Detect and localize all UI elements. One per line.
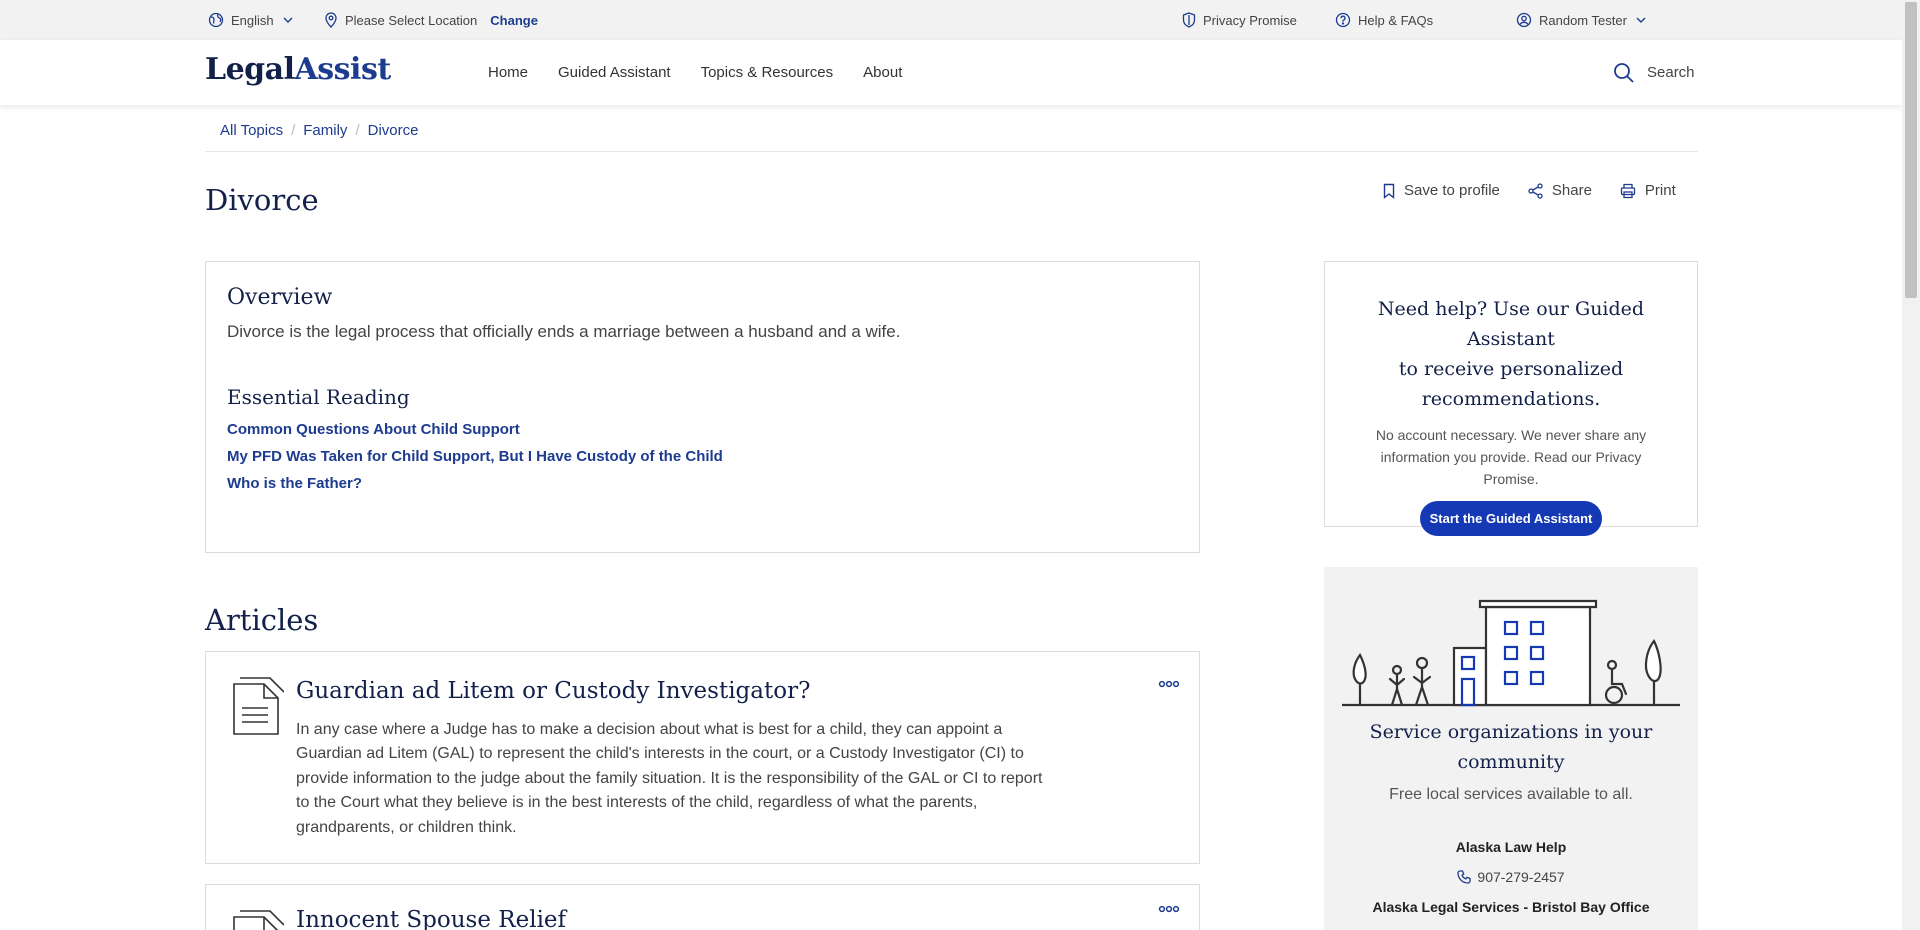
globe-icon bbox=[208, 12, 224, 28]
user-circle-icon bbox=[1516, 12, 1532, 28]
share-label: Share bbox=[1551, 182, 1592, 199]
page-title: Divorce bbox=[205, 183, 319, 217]
help-faqs-link[interactable]: Help & FAQs bbox=[1335, 0, 1433, 40]
phone-icon bbox=[1457, 870, 1472, 884]
essential-reading-list: Common Questions About Child Support My … bbox=[227, 421, 1178, 492]
utility-bar: English Please Select Location Change Pr… bbox=[0, 0, 1902, 40]
more-options-icon[interactable] bbox=[1158, 680, 1180, 688]
help-title-line: to receive personalized bbox=[1398, 358, 1624, 380]
page-actions: Save to profile Share Print bbox=[1383, 182, 1676, 199]
organization-phone[interactable]: 907-279-2457 bbox=[1324, 869, 1698, 885]
start-guided-assistant-button[interactable]: Start the Guided Assistant bbox=[1419, 501, 1603, 536]
essential-reading-title: Essential Reading bbox=[227, 385, 410, 409]
user-name: Random Tester bbox=[1539, 12, 1627, 28]
service-card-subtitle: Free local services available to all. bbox=[1389, 786, 1633, 803]
help-card-title: Need help? Use our Guided Assistant to r… bbox=[1345, 294, 1677, 414]
article-summary-line: to the Court what they believe is in the… bbox=[296, 794, 978, 812]
nav-topics-resources[interactable]: Topics & Resources bbox=[701, 64, 834, 81]
overview-text: Divorce is the legal process that offici… bbox=[227, 322, 901, 341]
help-title-line: Need help? Use our Guided Assistant bbox=[1377, 298, 1645, 350]
save-label: Save to profile bbox=[1404, 182, 1500, 199]
community-building-illustration bbox=[1342, 585, 1680, 707]
language-label: English bbox=[231, 12, 274, 28]
main-nav: Home Guided Assistant Topics & Resources… bbox=[488, 40, 902, 105]
privacy-promise-link[interactable]: Privacy Promise bbox=[1182, 0, 1297, 40]
map-pin-icon bbox=[324, 12, 338, 28]
help-text-line: No account necessary. We never share any bbox=[1375, 427, 1647, 443]
overview-card: Overview Divorce is the legal process th… bbox=[205, 261, 1200, 553]
article-title[interactable]: Innocent Spouse Relief bbox=[296, 907, 566, 930]
overview-title: Overview bbox=[227, 285, 333, 310]
nav-home[interactable]: Home bbox=[488, 64, 528, 81]
phone-number: 907-279-2457 bbox=[1477, 869, 1565, 885]
article-summary-line: Guardian ad Litem (GAL) to represent the… bbox=[296, 745, 1024, 763]
service-organizations-card: Service organizations in your community … bbox=[1324, 567, 1698, 930]
article-summary-line: grandparents, or children think. bbox=[296, 818, 517, 836]
service-card-title: Service organizations in your community bbox=[1344, 717, 1678, 777]
privacy-label: Privacy Promise bbox=[1203, 12, 1297, 28]
organization-name[interactable]: Alaska Legal Services - Bristol Bay Offi… bbox=[1324, 899, 1698, 915]
user-menu[interactable]: Random Tester bbox=[1516, 0, 1646, 40]
save-to-profile-button[interactable]: Save to profile bbox=[1383, 182, 1500, 199]
article-card: Innocent Spouse Relief bbox=[205, 884, 1200, 930]
chevron-down-icon bbox=[283, 17, 293, 24]
share-button[interactable]: Share bbox=[1528, 182, 1592, 199]
more-options-icon[interactable] bbox=[1158, 905, 1180, 913]
site-logo[interactable]: LegalAssist bbox=[205, 52, 391, 87]
breadcrumb-family[interactable]: Family bbox=[303, 122, 347, 139]
articles-title: Articles bbox=[205, 603, 319, 637]
printer-icon bbox=[1620, 183, 1636, 199]
search-button[interactable]: Search bbox=[1613, 40, 1695, 105]
article-summary-line: In any case where a Judge has to make a … bbox=[296, 721, 1003, 738]
help-title-line: recommendations. bbox=[1421, 388, 1601, 410]
article-summary-line: provide information to the judge about t… bbox=[296, 769, 1043, 787]
share-icon bbox=[1528, 182, 1543, 199]
document-icon bbox=[230, 909, 284, 930]
organization-name[interactable]: Alaska Law Help bbox=[1324, 839, 1698, 855]
essential-reading-link[interactable]: Who is the Father? bbox=[227, 475, 1178, 492]
logo-text-assist: Assist bbox=[294, 52, 392, 87]
shield-icon bbox=[1182, 12, 1196, 28]
nav-guided-assistant[interactable]: Guided Assistant bbox=[558, 64, 671, 81]
question-circle-icon bbox=[1335, 12, 1351, 28]
help-label: Help & FAQs bbox=[1358, 12, 1434, 28]
logo-text-legal: Legal bbox=[205, 52, 295, 87]
guided-assistant-card: Need help? Use our Guided Assistant to r… bbox=[1324, 261, 1698, 536]
article-title[interactable]: Guardian ad Litem or Custody Investigato… bbox=[296, 678, 810, 704]
print-label: Print bbox=[1644, 182, 1676, 199]
scrollbar-thumb[interactable] bbox=[1905, 2, 1917, 298]
print-button[interactable]: Print bbox=[1620, 182, 1676, 199]
breadcrumb-separator: / bbox=[291, 122, 296, 139]
search-label: Search bbox=[1647, 64, 1695, 81]
search-icon bbox=[1613, 62, 1635, 84]
breadcrumb-divorce[interactable]: Divorce bbox=[368, 122, 419, 139]
service-title-line: community bbox=[1457, 751, 1565, 773]
document-icon bbox=[230, 676, 284, 736]
change-location-link[interactable]: Change bbox=[490, 13, 538, 28]
help-text-line: information you provide. Read our Privac… bbox=[1380, 449, 1642, 465]
breadcrumb-all-topics[interactable]: All Topics bbox=[220, 122, 283, 139]
essential-reading-link[interactable]: My PFD Was Taken for Child Support, But … bbox=[227, 448, 1178, 465]
article-card: Guardian ad Litem or Custody Investigato… bbox=[205, 651, 1200, 864]
essential-reading-link[interactable]: Common Questions About Child Support bbox=[227, 421, 1178, 438]
bookmark-icon bbox=[1383, 183, 1395, 199]
breadcrumb-separator: / bbox=[355, 122, 360, 139]
chevron-down-icon bbox=[1636, 17, 1646, 24]
main-header: LegalAssist Home Guided Assistant Topics… bbox=[0, 40, 1902, 105]
service-title-line: Service organizations in your bbox=[1369, 721, 1653, 743]
article-summary: In any case where a Judge has to make a … bbox=[296, 718, 1156, 840]
location-label: Please Select Location bbox=[345, 12, 478, 28]
language-selector[interactable]: English bbox=[208, 0, 293, 40]
help-text-line: Promise. bbox=[1483, 471, 1539, 487]
help-card-text: No account necessary. We never share any… bbox=[1345, 424, 1677, 490]
nav-about[interactable]: About bbox=[863, 64, 902, 81]
breadcrumb: All Topics / Family / Divorce bbox=[205, 122, 1698, 152]
location-selector: Please Select Location Change bbox=[324, 0, 538, 40]
